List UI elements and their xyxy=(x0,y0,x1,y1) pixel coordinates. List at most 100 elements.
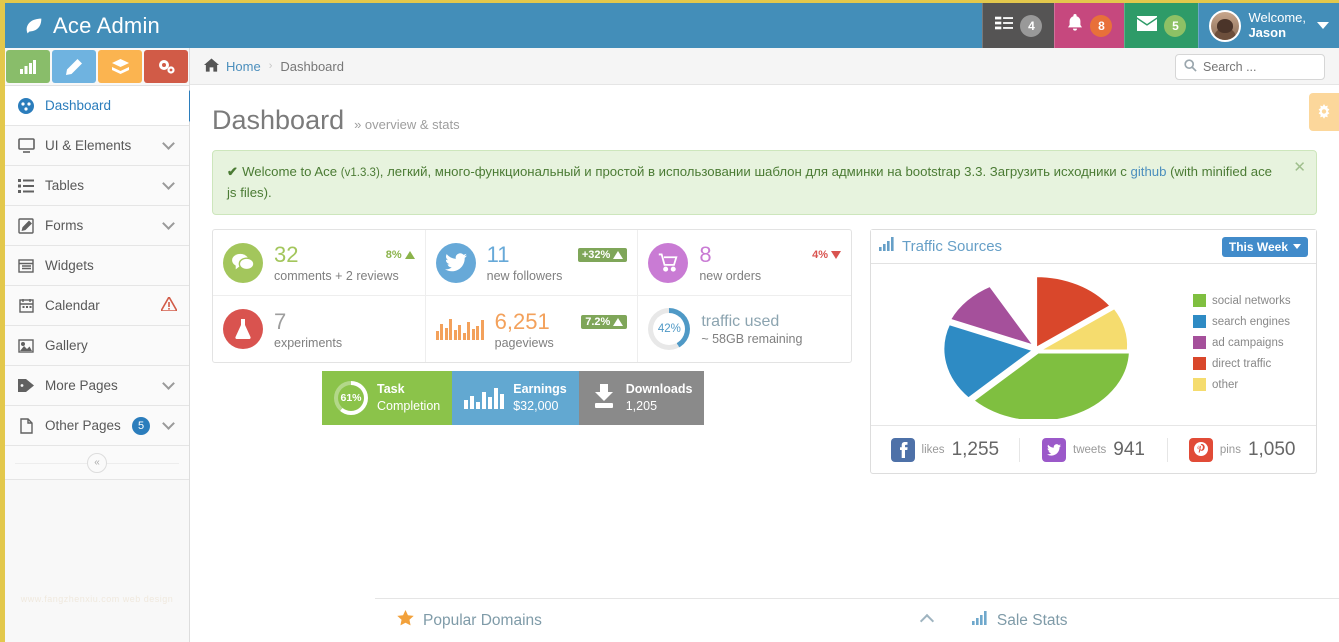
legend-item[interactable]: social networks xyxy=(1193,294,1308,308)
legend-item[interactable]: ad campaigns xyxy=(1193,336,1308,350)
traffic-sources-widget: Traffic Sources This Week social network… xyxy=(870,229,1317,475)
sidebar-watermark: www.fangzhenxiu.com web design xyxy=(20,594,174,604)
range-dropdown[interactable]: This Week xyxy=(1221,236,1308,257)
calendar-icon xyxy=(17,298,35,313)
social-label: tweets xyxy=(1073,443,1107,456)
sidebar-item-other-pages[interactable]: Other Pages 5 xyxy=(5,406,189,446)
followers-tile[interactable]: 11 +32% new followers xyxy=(425,230,639,297)
sidebar-item-tables[interactable]: Tables xyxy=(5,166,189,206)
stats-column: 32 8% comments + 2 reviews 11 +32% new f… xyxy=(212,229,852,474)
user-name: Jason xyxy=(1248,24,1287,40)
experiments-tile[interactable]: 7 experiments xyxy=(213,296,426,363)
pie-chart xyxy=(879,274,1193,420)
legend-item[interactable]: other xyxy=(1193,378,1308,392)
box-title: Task xyxy=(377,382,405,397)
shortcut-settings[interactable] xyxy=(144,50,188,83)
earnings-box[interactable]: Earnings $32,000 xyxy=(452,371,579,426)
box-text: Earnings $32,000 xyxy=(513,381,567,415)
breadcrumb-home[interactable]: Home xyxy=(226,59,261,74)
sidebar-collapse-button[interactable]: « xyxy=(87,452,107,473)
tile-percent: +32% xyxy=(577,248,628,263)
legend-swatch xyxy=(1193,315,1206,329)
pageviews-tile[interactable]: 6,251 7.2% pageviews xyxy=(426,296,639,363)
check-icon: ✔ xyxy=(227,164,239,179)
tasks-button[interactable]: 4 xyxy=(982,3,1055,48)
messages-button[interactable]: 5 xyxy=(1124,3,1199,48)
box-title: Downloads xyxy=(625,382,693,397)
legend-swatch xyxy=(1193,357,1206,371)
signal-icon xyxy=(879,237,895,256)
user-menu[interactable]: Welcome, Jason xyxy=(1198,3,1339,48)
shortcut-edit[interactable] xyxy=(52,50,96,83)
picture-icon xyxy=(17,338,35,353)
knob-icon: 42% xyxy=(648,308,691,351)
downloads-box[interactable]: Downloads 1,205 xyxy=(578,371,705,426)
legend-item[interactable]: search engines xyxy=(1193,315,1308,329)
dashboard-row: 32 8% comments + 2 reviews 11 +32% new f… xyxy=(190,215,1339,475)
sidebar-shortcuts xyxy=(5,48,189,86)
legend-label: ad campaigns xyxy=(1212,336,1284,349)
box-sub: Completion xyxy=(377,399,441,414)
sidebar-item-gallery[interactable]: Gallery xyxy=(5,326,189,366)
welcome-alert: ✔ Welcome to Ace (v1.3.3), легкий, много-… xyxy=(212,150,1317,216)
info-boxes: 61% Task Completion Earnings $32,000 Dow… xyxy=(322,371,705,426)
chevron-up-icon[interactable] xyxy=(919,613,934,628)
orders-tile[interactable]: 8 4% new orders xyxy=(638,230,851,297)
social-value: 1,050 xyxy=(1247,438,1296,460)
task-completion-box[interactable]: 61% Task Completion xyxy=(322,371,453,426)
tile-label: pageviews xyxy=(494,335,554,350)
tile-body: 7 experiments xyxy=(274,309,415,350)
tile-top: traffic used xyxy=(701,313,841,331)
comments-tile[interactable]: 32 8% comments + 2 reviews xyxy=(213,230,426,297)
tile-body: 32 8% comments + 2 reviews xyxy=(274,242,415,283)
sidebar-item-forms[interactable]: Forms xyxy=(5,206,189,246)
alert-github-link[interactable]: github xyxy=(1131,164,1167,179)
traffic-tile[interactable]: 42% traffic used ~ 58GB remaining xyxy=(638,296,851,362)
shortcut-group[interactable] xyxy=(98,50,142,83)
tasks-icon xyxy=(995,15,1014,36)
close-icon[interactable]: ✕ xyxy=(1293,160,1306,175)
tile-number: traffic used xyxy=(701,312,780,330)
top-navbar: Ace Admin 4 8 5 Welcome, Jason xyxy=(5,3,1339,48)
sidebar-item-dashboard[interactable]: Dashboard xyxy=(5,86,202,126)
sparkline-icon xyxy=(435,318,484,341)
signal-icon xyxy=(971,611,988,630)
arrow-up-icon xyxy=(404,251,415,260)
notifications-button[interactable]: 8 xyxy=(1054,3,1125,48)
pinterest-stat[interactable]: pins 1,050 xyxy=(1168,437,1316,462)
popular-domains-header[interactable]: Popular Domains xyxy=(397,610,542,631)
search-input[interactable] xyxy=(1203,60,1316,74)
leaf-icon xyxy=(23,15,45,37)
sidebar-item-ui-elements[interactable]: UI & Elements xyxy=(5,126,189,166)
social-stats-row: likes 1,255 tweets 941 pins 1,050 xyxy=(871,425,1316,473)
box-title: Earnings xyxy=(513,382,567,397)
star-icon xyxy=(397,610,414,631)
sale-stats-label: Sale Stats xyxy=(996,611,1068,629)
widget-body: social networks search engines ad campai… xyxy=(871,264,1316,425)
legend-item[interactable]: direct traffic xyxy=(1193,357,1308,371)
breadcrumb-current: Dashboard xyxy=(280,58,344,74)
sidebar-item-calendar[interactable]: Calendar xyxy=(5,286,189,326)
brand[interactable]: Ace Admin xyxy=(5,3,190,48)
settings-toggle[interactable] xyxy=(1309,93,1339,131)
shortcut-chart[interactable] xyxy=(6,50,50,83)
twitter-stat[interactable]: tweets 941 xyxy=(1020,437,1169,462)
sidebar-item-label: Other Pages xyxy=(45,418,121,433)
user-greeting: Welcome, Jason xyxy=(1248,10,1306,41)
tile-body: 6,251 7.2% pageviews xyxy=(495,309,628,350)
sale-stats-header[interactable]: Sale Stats xyxy=(971,611,1068,630)
tile-percent-value: 8% xyxy=(385,249,402,262)
arrow-down-icon xyxy=(831,251,841,260)
chevron-down-icon xyxy=(162,377,175,390)
sidebar-item-more-pages[interactable]: More Pages xyxy=(5,366,189,406)
tile-label: experiments xyxy=(274,335,343,350)
sidebar-item-widgets[interactable]: Widgets xyxy=(5,246,189,286)
twitter-icon xyxy=(435,242,476,283)
tile-top: 7 xyxy=(274,309,415,335)
tile-percent: 8% xyxy=(386,249,415,261)
search-box[interactable] xyxy=(1175,54,1325,80)
notifications-badge: 8 xyxy=(1090,14,1113,37)
home-icon xyxy=(204,57,219,75)
facebook-stat[interactable]: likes 1,255 xyxy=(871,437,1020,462)
tile-body: 11 +32% new followers xyxy=(487,242,628,283)
